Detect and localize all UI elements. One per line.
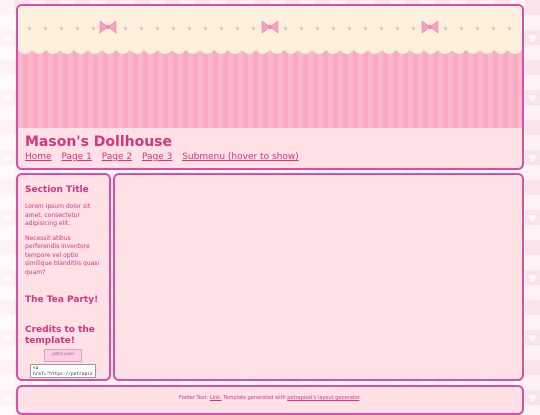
footer-text-middle: Template generated with: [221, 395, 288, 401]
credit-badge[interactable]: petra pixel: [44, 349, 82, 362]
decor-dot: [316, 27, 319, 30]
decor-dot: [508, 27, 511, 30]
header: Mason's Dollhouse Home Page 1 Page 2 Pag…: [16, 4, 524, 170]
decor-dot: [236, 27, 239, 30]
decor-dot: [204, 27, 207, 30]
layout-generator-link[interactable]: petrapixel's layout generator: [287, 395, 359, 401]
footer-text-start: Footer Text.: [179, 395, 210, 401]
nav-page-3[interactable]: Page 3: [142, 152, 172, 162]
nav-page-1[interactable]: Page 1: [61, 152, 91, 162]
heart-icon: ♥: [528, 214, 537, 225]
decor-dot: [300, 27, 303, 30]
section-title: Section Title: [25, 185, 89, 195]
header-banner: [18, 6, 522, 128]
tea-party-title: The Tea Party!: [25, 295, 99, 305]
decor-dot: [124, 27, 127, 30]
heart-icon: ♥: [528, 334, 537, 345]
decor-dot: [348, 27, 351, 30]
heart-icon: ♥: [3, 334, 12, 345]
bow-icon: [261, 20, 279, 34]
decor-dot: [492, 27, 495, 30]
decor-dot: [28, 27, 31, 30]
heart-icon: ♥: [528, 154, 537, 165]
footer: Footer Text. Link. Template generated wi…: [16, 385, 524, 415]
decor-dot: [332, 27, 335, 30]
decor-dot: [76, 27, 79, 30]
decor-dot: [44, 27, 47, 30]
heart-icon: ♥: [3, 34, 12, 45]
sidebar: Section Title Lorem ipsum dolor sit amet…: [16, 173, 111, 381]
decor-dot: [444, 27, 447, 30]
site-title: Mason's Dollhouse: [25, 134, 173, 150]
heart-icon: ♥: [528, 394, 537, 405]
nav-home[interactable]: Home: [25, 152, 52, 162]
decor-dot: [364, 27, 367, 30]
heart-icon: ♥: [3, 394, 12, 405]
sidebar-paragraph: Lorem ipsum dolor sit amet, consectetur …: [25, 203, 91, 227]
heart-icon: ♥: [528, 274, 537, 285]
decor-dot: [156, 27, 159, 30]
decor-dot: [476, 27, 479, 30]
decor-dot: [396, 27, 399, 30]
main-content: [113, 173, 524, 381]
heart-icon: ♥: [3, 274, 12, 285]
footer-link[interactable]: Link.: [210, 395, 222, 401]
nav-bar: Home Page 1 Page 2 Page 3 Submenu (hover…: [25, 152, 306, 162]
footer-text: Footer Text. Link. Template generated wi…: [18, 395, 522, 401]
sidebar-paragraph: Necessit atibus perferendis inventore te…: [25, 234, 100, 276]
footer-text-end: .: [359, 395, 361, 401]
credits-title: Credits to the template!: [25, 325, 95, 346]
nav-submenu[interactable]: Submenu (hover to show): [182, 152, 299, 162]
heart-icon: ♥: [528, 34, 537, 45]
decor-dot: [172, 27, 175, 30]
scallop-edge: [18, 44, 522, 54]
decor-dot: [460, 27, 463, 30]
decor-dot: [60, 27, 63, 30]
credit-code-textbox[interactable]: <a href="https://petrapix: [30, 364, 96, 378]
decor-dot: [140, 27, 143, 30]
decor-dot: [220, 27, 223, 30]
bow-icon: [421, 20, 439, 34]
heart-icon: ♥: [528, 94, 537, 105]
decor-dot: [92, 27, 95, 30]
heart-icon: ♥: [3, 94, 12, 105]
bow-icon: [99, 20, 117, 34]
decor-dot: [188, 27, 191, 30]
decor-dot: [380, 27, 383, 30]
nav-page-2[interactable]: Page 2: [102, 152, 132, 162]
decor-dot: [252, 27, 255, 30]
heart-icon: ♥: [3, 214, 12, 225]
decor-dot: [412, 27, 415, 30]
heart-icon: ♥: [3, 154, 12, 165]
decor-dot: [284, 27, 287, 30]
